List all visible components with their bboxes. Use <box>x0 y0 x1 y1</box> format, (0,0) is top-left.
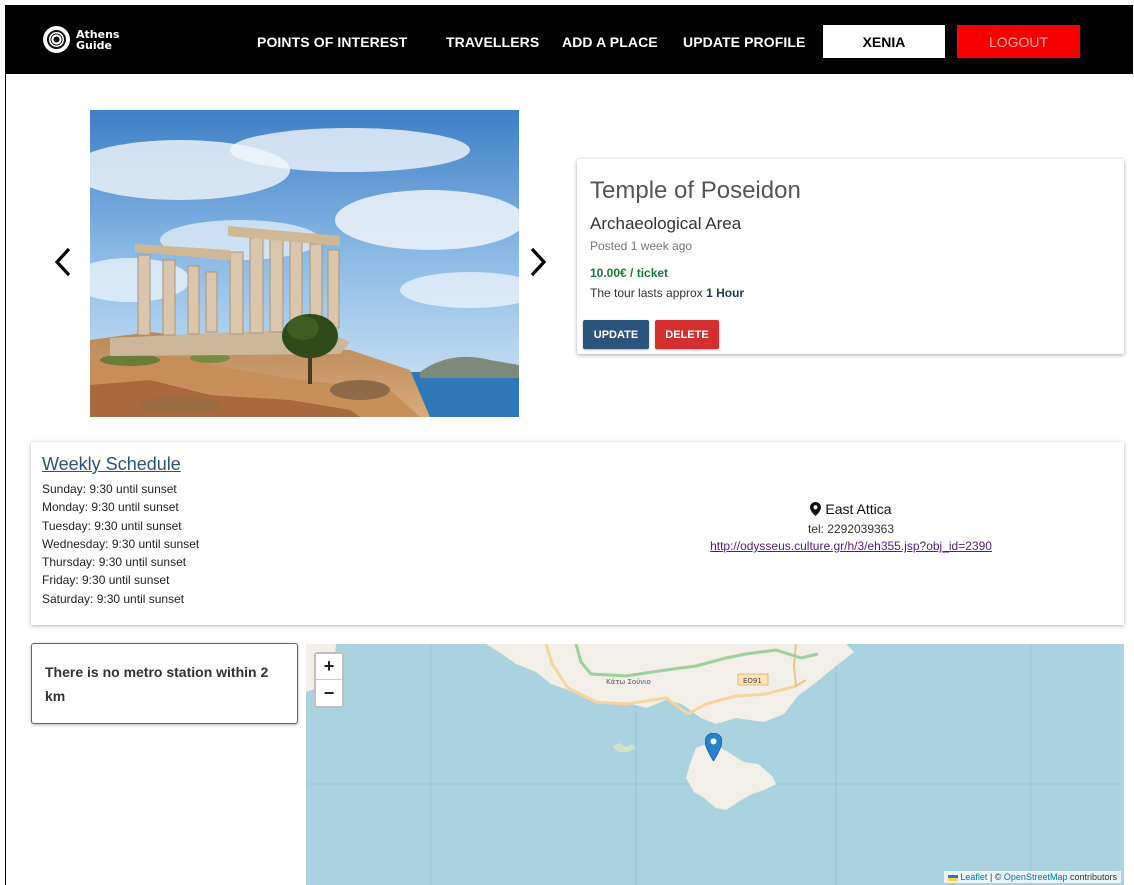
user-profile-button[interactable]: XENIA <box>823 25 945 58</box>
attribution-suffix: contributors <box>1067 872 1117 882</box>
brand-line1: Athens <box>76 27 120 41</box>
page-frame: Athens Guide POINTS OF INTEREST TRAVELLE… <box>5 5 1133 885</box>
carousel-next-icon[interactable] <box>527 246 549 278</box>
map-zoom-control: + − <box>314 652 344 708</box>
schedule-day: Saturday: 9:30 until sunset <box>42 591 185 606</box>
map-marker-icon[interactable] <box>704 732 723 766</box>
map-label-road: ΕΟ91 <box>743 677 762 685</box>
leaflet-link[interactable]: Leaflet <box>960 872 987 882</box>
schedule-list: Sunday: 9:30 until sunset Monday: 9:30 u… <box>42 480 199 608</box>
place-category: Archaeological Area <box>590 214 742 233</box>
brand-text: Athens Guide <box>76 29 119 51</box>
brand-line2: Guide <box>76 38 112 52</box>
place-price: 10.00€ / ticket <box>590 266 669 280</box>
location-name: East Attica <box>825 501 892 517</box>
place-info-card: Temple of Poseidon Archaeological Area P… <box>577 159 1124 354</box>
schedule-card: Weekly Schedule Sunday: 9:30 until sunse… <box>31 442 1124 625</box>
schedule-day: Friday: 9:30 until sunset <box>42 573 170 588</box>
schedule-day: Thursday: 9:30 until sunset <box>42 555 187 570</box>
nav-add-a-place[interactable]: ADD A PLACE <box>562 34 658 50</box>
ukraine-flag-icon <box>947 874 958 881</box>
contact-info: East Attica tel: 2292039363 http://odyss… <box>631 501 1071 555</box>
map-attribution: Leaflet | © OpenStreetMap contributors <box>943 871 1121 883</box>
nav-update-profile[interactable]: UPDATE PROFILE <box>683 34 805 50</box>
weekly-schedule-title[interactable]: Weekly Schedule <box>42 454 181 475</box>
osm-link[interactable]: OpenStreetMap <box>1004 872 1068 882</box>
schedule-day: Tuesday: 9:30 until sunset <box>42 518 182 533</box>
contact-website-link[interactable]: http://odysseus.culture.gr/h/3/eh355.jsp… <box>710 539 992 553</box>
update-button[interactable]: UPDATE <box>583 320 649 349</box>
logout-button[interactable]: LOGOUT <box>957 25 1080 58</box>
brand-logo-link[interactable]: Athens Guide <box>43 26 119 53</box>
carousel-prev-icon[interactable] <box>52 246 74 278</box>
nav-points-of-interest[interactable]: POINTS OF INTEREST <box>257 34 407 50</box>
delete-button[interactable]: DELETE <box>655 320 719 349</box>
metro-info-box: There is no metro station within 2 km <box>31 643 298 724</box>
attribution-separator: | © <box>987 872 1004 882</box>
map-label-town: Κάτω Σούνιο <box>606 678 651 686</box>
schedule-day: Monday: 9:30 until sunset <box>42 500 179 515</box>
map-view[interactable]: Κάτω Σούνιο ΕΟ91 + − Leaflet | © OpenStr… <box>306 644 1124 885</box>
place-photo <box>90 110 519 417</box>
place-title: Temple of Poseidon <box>590 177 801 204</box>
zoom-in-button[interactable]: + <box>316 654 342 680</box>
schedule-day: Sunday: 9:30 until sunset <box>42 482 177 496</box>
nav-travellers[interactable]: TRAVELLERS <box>446 34 539 50</box>
tour-prefix: The tour lasts approx <box>590 286 703 300</box>
metro-message: There is no metro station within 2 km <box>45 664 269 704</box>
contact-telephone: tel: 2292039363 <box>807 522 895 536</box>
map-pin-icon <box>810 502 822 516</box>
schedule-day: Wednesday: 9:30 until sunset <box>42 536 200 551</box>
place-tour-duration: The tour lasts approx 1 Hour <box>590 286 744 300</box>
zoom-out-button[interactable]: − <box>316 680 342 706</box>
contact-location: East Attica <box>631 501 1071 517</box>
navbar: Athens Guide POINTS OF INTEREST TRAVELLE… <box>6 6 1133 74</box>
athens-logo-icon <box>43 26 70 53</box>
tour-duration-value: 1 Hour <box>706 286 745 300</box>
place-posted-date: Posted 1 week ago <box>590 239 693 253</box>
